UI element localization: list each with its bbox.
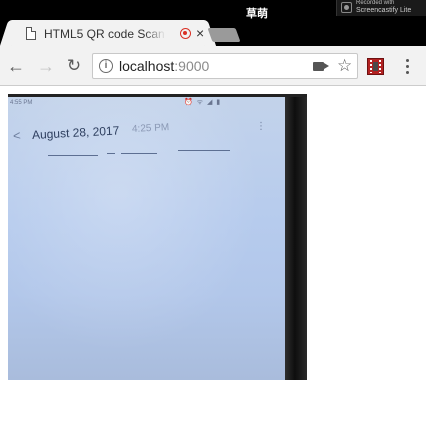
phone-back-icon: < <box>12 127 22 144</box>
url-port: :9000 <box>174 58 210 74</box>
tab-title-fade <box>144 25 166 43</box>
phone-time-text: 4:25 PM <box>131 122 170 135</box>
close-icon[interactable]: × <box>196 25 204 41</box>
reload-icon[interactable]: ↻ <box>64 56 84 76</box>
watermark-line2: Screencastify Lite <box>356 7 412 14</box>
phone-underline <box>121 153 157 154</box>
profile-name[interactable]: 草萌 <box>246 5 268 21</box>
menu-dot <box>406 65 409 68</box>
kebab-menu-icon[interactable] <box>402 58 414 76</box>
page-icon <box>26 27 36 40</box>
url-host: localhost <box>119 58 175 74</box>
phone-underline <box>48 155 98 156</box>
screencastify-watermark: Recorded with Screencastify Lite <box>336 0 426 16</box>
back-arrow-icon[interactable]: ← <box>6 56 26 76</box>
address-bar[interactable]: i localhost:9000 ☆ <box>92 53 358 79</box>
menu-dot <box>406 71 409 74</box>
phone-bezel-top <box>8 94 307 97</box>
phone-frame-edge <box>285 94 307 380</box>
forward-arrow-icon[interactable]: → <box>36 56 56 76</box>
phone-underline <box>178 150 230 151</box>
phone-underline <box>107 153 115 154</box>
star-icon[interactable]: ☆ <box>337 56 352 76</box>
browser-toolbar: ← → ↻ i localhost:9000 ☆ <box>0 46 426 86</box>
screencastify-logo-icon <box>341 2 352 13</box>
phone-overflow-icon: ⋮ <box>256 121 266 132</box>
watermark-line1: Recorded with <box>356 0 395 6</box>
menu-dot <box>406 59 409 62</box>
record-icon <box>180 28 191 39</box>
phone-status-time: 4:55 PM <box>10 100 33 106</box>
camera-video-feed[interactable]: 4:55 PM ⏰ ᯤ ◢ ▮ < August 28, 2017 4:25 P… <box>8 94 307 380</box>
window-titlebar: 草萌 Recorded with Screencastify Lite HTML… <box>0 0 426 47</box>
active-tab[interactable]: HTML5 QR code Scanner × <box>12 20 204 47</box>
phone-status-icons: ⏰ ᯤ ◢ ▮ <box>184 99 222 106</box>
url-text[interactable]: localhost:9000 <box>119 58 209 74</box>
page-content: 4:55 PM ⏰ ᯤ ◢ ▮ < August 28, 2017 4:25 P… <box>0 87 426 434</box>
info-icon[interactable]: i <box>99 59 113 73</box>
film-strip-icon[interactable] <box>367 58 384 75</box>
new-tab-button[interactable] <box>207 28 241 42</box>
phone-screen: 4:55 PM ⏰ ᯤ ◢ ▮ < August 28, 2017 4:25 P… <box>8 94 285 380</box>
film-strip-frame <box>373 62 378 71</box>
camera-icon[interactable] <box>313 62 324 71</box>
phone-date-text: August 28, 2017 <box>31 123 120 142</box>
